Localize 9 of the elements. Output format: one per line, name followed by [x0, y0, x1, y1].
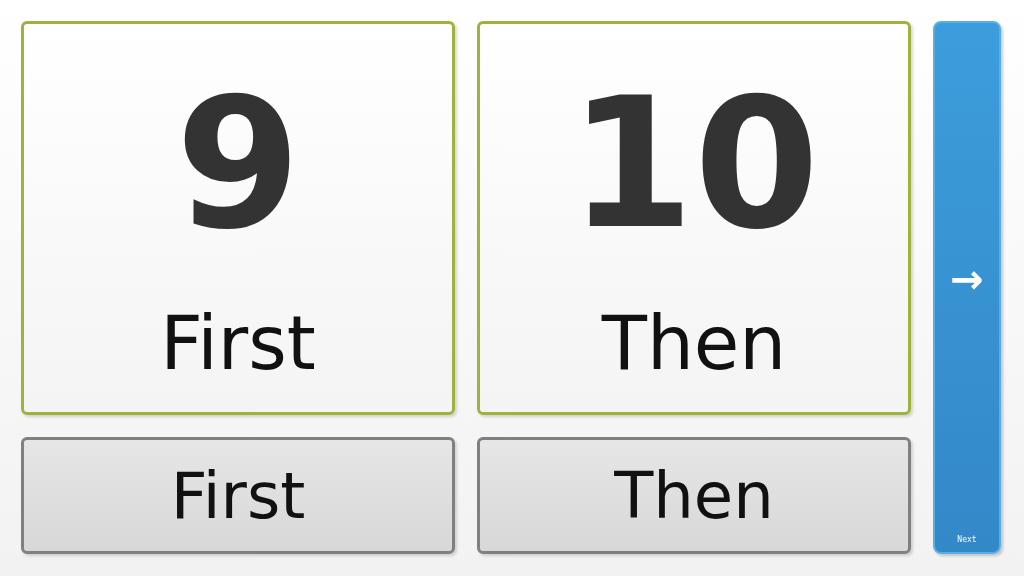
next-button[interactable]: → Next — [933, 21, 1001, 554]
arrow-icon: → — [950, 259, 984, 299]
card-caption: First — [160, 306, 316, 380]
word-button[interactable]: Then — [477, 437, 911, 554]
next-label: Next — [957, 534, 977, 546]
card-caption: Then — [601, 306, 787, 380]
word-button[interactable]: First — [21, 437, 455, 554]
number-text: 10 — [568, 74, 820, 254]
number-text: 9 — [175, 74, 301, 254]
